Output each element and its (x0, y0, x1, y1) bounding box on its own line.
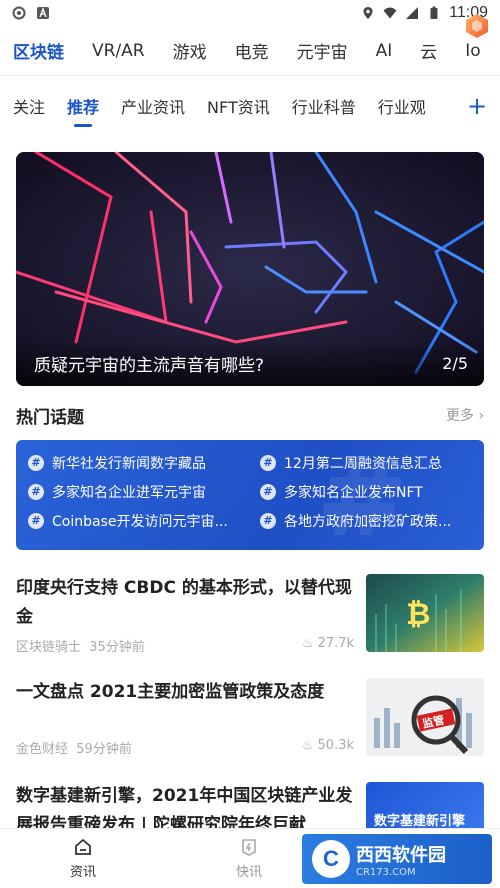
hot-topic-item[interactable]: #12月第二周融资信息汇总 (260, 452, 476, 473)
news-views: 50.3k (317, 738, 354, 753)
banner-caption: 质疑元宇宙的主流声音有哪些? 2/5 (16, 340, 484, 386)
chevron-right-icon: › (473, 408, 484, 424)
news-title[interactable]: 一文盘点 2021主要加密监管政策及态度 (16, 678, 354, 707)
subtab-industry-view[interactable]: 行业观 (378, 94, 426, 118)
hot-topic-label: 各地方政府加密挖矿政策... (284, 513, 452, 530)
subtab-recommend[interactable]: 推荐 (67, 94, 99, 118)
flame-icon: ♨ (301, 636, 314, 651)
news-item[interactable]: 印度央行支持 CBDC 的基本形式，以替代现金 区块链骑士 35分钟前 ♨ 27.… (16, 574, 484, 658)
news-item[interactable]: 一文盘点 2021主要加密监管政策及态度 金色财经 59分钟前 ♨ 50.3k 监… (16, 678, 484, 762)
hexagon-badge-icon[interactable] (464, 13, 490, 39)
hash-icon: # (28, 512, 44, 529)
watermark-title: 西西软件园 (356, 844, 446, 866)
news-thumbnail: ₿ (366, 574, 484, 652)
nav-news[interactable]: 资讯 (0, 829, 166, 888)
a-icon (37, 7, 49, 19)
watermark-logo: C 西西软件园 CR173.COM (302, 834, 492, 884)
hot-topic-item[interactable]: # 新华社发行新闻数字藏品 (28, 452, 260, 473)
hot-topic-item[interactable]: # 多家知名企业进军元宇宙 (28, 481, 260, 502)
location-icon (363, 7, 373, 19)
battery-icon (430, 6, 438, 19)
subtab-industry-news[interactable]: 产业资讯 (121, 94, 185, 118)
hot-topic-label: Coinbase开发访问元宇宙... (52, 513, 228, 530)
tab-iot[interactable]: Io (465, 41, 480, 61)
news-thumbnail: 监管 (366, 678, 484, 756)
tab-blockchain[interactable]: 区块链 (13, 38, 64, 63)
flash-news-icon (242, 839, 256, 856)
hot-topics-title: 热门话题 (16, 407, 84, 428)
hash-icon: # (260, 483, 276, 500)
more-label: 更多 (445, 408, 474, 424)
news-views: 27.7k (317, 636, 354, 651)
hash-icon: # (260, 512, 276, 529)
news-meta: 区块链骑士 35分钟前 ♨ 27.7k (16, 636, 354, 655)
tab-esports[interactable]: 电竞 (235, 38, 269, 63)
watermark-logo-mark: C (312, 840, 350, 878)
svg-text:₿: ₿ (406, 597, 430, 632)
news-meta: 金色财经 59分钟前 ♨ 50.3k (16, 738, 354, 757)
hot-topics-box: # # 新华社发行新闻数字藏品 #12月第二周融资信息汇总 # 多家知名企业进军元宇… (16, 440, 484, 550)
banner-title[interactable]: 质疑元宇宙的主流声音有哪些? (34, 351, 264, 376)
add-channel-button[interactable]: + (454, 80, 500, 132)
tab-cloud[interactable]: 云 (420, 38, 437, 63)
hot-topic-label: 多家知名企业发布NFT (284, 484, 423, 501)
flame-icon: ♨ (301, 738, 314, 753)
hash-icon: # (28, 454, 44, 471)
hot-topic-label: 新华社发行新闻数字藏品 (52, 455, 206, 472)
sub-tabs: 关注 推荐 产业资讯 NFT资讯 行业科普 行业观 (0, 80, 500, 132)
more-link[interactable]: 更多 › (446, 405, 484, 425)
hot-topic-label: 多家知名企业进军元宇宙 (52, 484, 206, 501)
banner-pager: 2/5 (442, 353, 468, 373)
sync-icon (12, 6, 26, 20)
news-item[interactable]: 数字基建新引擎，2021年中国区块链产业发展报告重磅发布 | 陀螺研究院年终巨献… (16, 782, 484, 828)
news-time: 59分钟前 (76, 742, 132, 757)
subtab-industry-science[interactable]: 行业科普 (292, 94, 356, 118)
banner-carousel[interactable]: 质疑元宇宙的主流声音有哪些? 2/5 (16, 152, 484, 386)
nav-news-label: 资讯 (69, 865, 96, 880)
hot-topics-header: 热门话题 更多 › (16, 400, 484, 430)
hot-topic-label: 12月第二周融资信息汇总 (284, 455, 442, 472)
hot-topic-item[interactable]: # Coinbase开发访问元宇宙... (28, 510, 260, 531)
watermark-sub: CR173.COM (356, 866, 416, 878)
hot-topic-item[interactable]: # 多家知名企业发布NFT (260, 481, 476, 502)
wifi-icon (383, 7, 397, 19)
subtab-nft-news[interactable]: NFT资讯 (207, 94, 270, 118)
tab-vr-ar[interactable]: VR/AR (92, 41, 145, 61)
signal-icon (406, 7, 419, 19)
news-source: 区块链骑士 (16, 640, 82, 655)
news-home-icon (75, 838, 91, 855)
news-title[interactable]: 数字基建新引擎，2021年中国区块链产业发展报告重磅发布 | 陀螺研究院年终巨献 (16, 782, 354, 828)
news-thumbnail: 数字基建新引擎 (366, 782, 484, 828)
tab-metaverse[interactable]: 元宇宙 (297, 38, 348, 63)
status-bar: 11:09 (0, 0, 500, 26)
subtab-follow[interactable]: 关注 (13, 94, 45, 118)
hash-icon: # (28, 483, 44, 500)
tab-game[interactable]: 游戏 (173, 38, 207, 63)
hash-icon: # (260, 454, 276, 471)
category-tabs: 区块链 VR/AR 游戏 电竞 元宇宙 AI 云 Io (0, 26, 500, 76)
thumb-text: 数字基建新引擎 (374, 814, 466, 828)
news-title[interactable]: 印度央行支持 CBDC 的基本形式，以替代现金 (16, 574, 354, 632)
news-time: 35分钟前 (89, 640, 145, 655)
nav-flash-label: 快讯 (235, 865, 262, 880)
tab-ai[interactable]: AI (376, 41, 393, 61)
news-source: 金色财经 (16, 742, 69, 757)
hot-topic-item[interactable]: # 各地方政府加密挖矿政策... (260, 510, 476, 531)
